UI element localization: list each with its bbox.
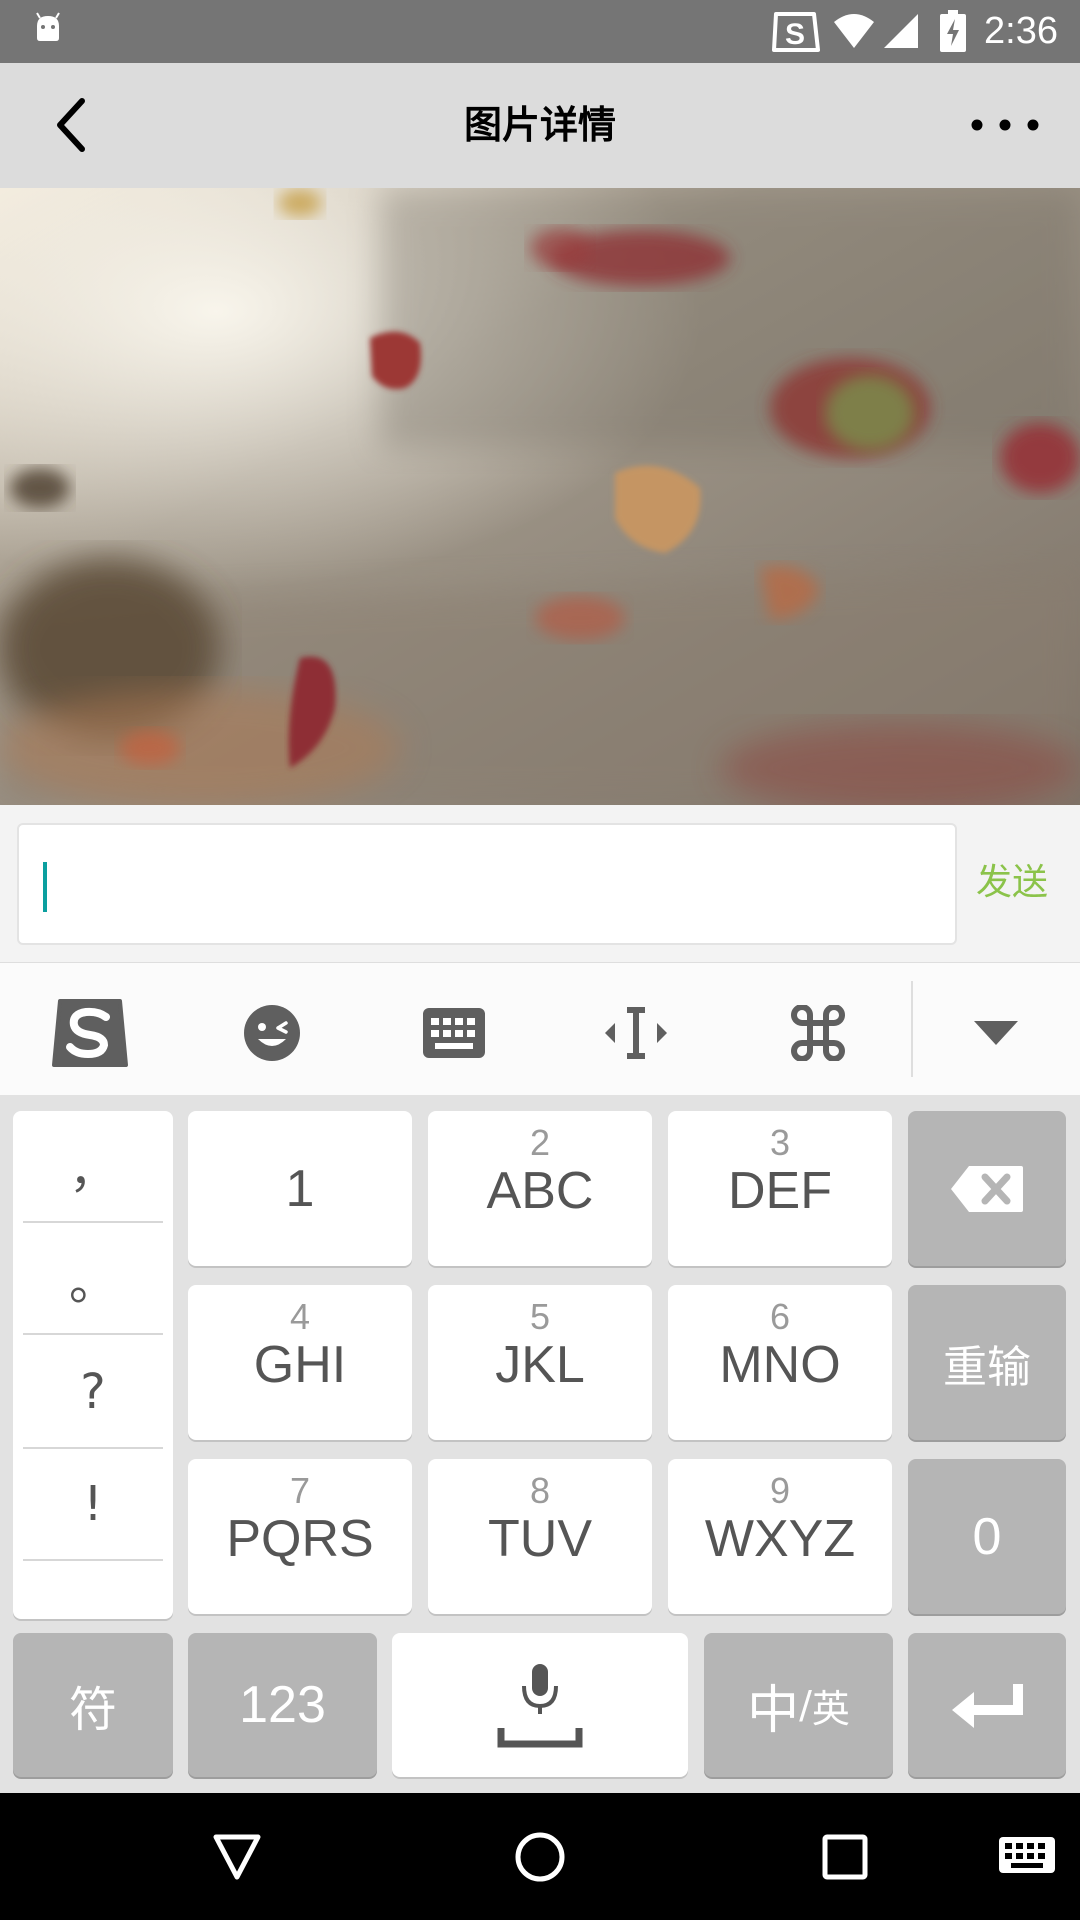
status-time: 2:36: [984, 10, 1058, 52]
key-2-abc[interactable]: 2 ABC: [428, 1111, 652, 1266]
key-letters: PQRS: [226, 1510, 374, 1568]
numbers-key-label: 123: [239, 1676, 326, 1734]
nav-recents-button[interactable]: [800, 1815, 890, 1899]
key-letters: JKL: [495, 1336, 585, 1394]
symbols-key[interactable]: 符: [13, 1633, 173, 1777]
falling-leaves-image: [0, 188, 1080, 805]
numbers-key[interactable]: 123: [188, 1633, 377, 1777]
reset-key-label: 重输: [943, 1341, 1031, 1393]
key-8-tuv[interactable]: 8 TUV: [428, 1459, 652, 1614]
lang-en-label: 英: [811, 1686, 850, 1731]
enter-key-icon-wrap: [908, 1633, 1066, 1777]
key-5-jkl[interactable]: 5 JKL: [428, 1285, 652, 1440]
signal-icon: [884, 14, 918, 48]
enter-key[interactable]: [908, 1633, 1066, 1777]
home-circle-icon: [515, 1832, 565, 1882]
ime-toolbar: [0, 963, 1080, 1095]
key-digit: 4: [289, 1296, 311, 1337]
svg-text:S: S: [785, 18, 805, 51]
emoji-icon: [244, 1005, 300, 1061]
key-1[interactable]: 1: [188, 1111, 412, 1266]
key-digit: 5: [529, 1296, 551, 1337]
key-letters: MNO: [719, 1336, 841, 1394]
send-button[interactable]: 发送: [976, 859, 1076, 907]
more-horizontal-icon: [971, 119, 1039, 131]
punct-period-key[interactable]: 。: [23, 1223, 163, 1335]
key-digit: 8: [529, 1470, 551, 1511]
lang-sep-label: /: [799, 1683, 812, 1727]
battery-charging-icon: [940, 10, 966, 52]
key-6-mno[interactable]: 6 MNO: [668, 1285, 892, 1440]
sogou-status-icon: S: [772, 12, 820, 52]
key-letters: DEF: [728, 1162, 832, 1220]
comment-bar: 发送: [0, 805, 1080, 963]
emoji-button[interactable]: [222, 983, 322, 1083]
delete-key[interactable]: [908, 1111, 1066, 1266]
collapse-keyboard-button[interactable]: [946, 983, 1046, 1083]
space-key-icons: [392, 1633, 688, 1777]
key-digit: 9: [769, 1470, 791, 1511]
backspace-icon: [951, 1165, 1023, 1212]
lang-zh-label: 中: [747, 1680, 800, 1741]
navigation-bar: [0, 1793, 1080, 1920]
text-cursor: [43, 862, 47, 912]
page-title: 图片详情: [463, 103, 616, 147]
reset-key[interactable]: 重输: [908, 1285, 1066, 1440]
cursor-move-icon: [605, 1007, 667, 1059]
punct-exclaim-key[interactable]: !: [23, 1449, 163, 1561]
toolbar-divider: [911, 981, 913, 1077]
cursor-move-button[interactable]: [586, 983, 686, 1083]
collapse-keyboard-icon: [974, 1021, 1018, 1045]
key-letters: ABC: [486, 1162, 594, 1220]
key-9-wxyz[interactable]: 9 WXYZ: [668, 1459, 892, 1614]
nav-keyboard-switch-button[interactable]: [982, 1815, 1072, 1899]
nav-back-button[interactable]: [192, 1815, 282, 1899]
space-bar-icon: [497, 1728, 583, 1748]
key-1-label: 1: [285, 1159, 315, 1218]
punctuation-column: ， 。 ? !: [13, 1111, 173, 1619]
key-letters: WXYZ: [704, 1510, 856, 1568]
wifi-icon: [834, 14, 874, 48]
key-digit: 7: [289, 1470, 311, 1511]
punct-comma-key[interactable]: ，: [23, 1111, 163, 1223]
comment-input[interactable]: [17, 823, 957, 945]
back-triangle-icon: [213, 1834, 261, 1880]
punct-question-key[interactable]: ?: [23, 1337, 163, 1449]
zero-key[interactable]: 0: [908, 1459, 1066, 1614]
delete-key-icon-wrap: [908, 1111, 1066, 1266]
key-digit: 3: [769, 1122, 791, 1163]
language-switch-label: 中 / 英: [704, 1633, 893, 1777]
space-key[interactable]: [392, 1633, 688, 1777]
more-button[interactable]: [960, 85, 1050, 165]
nav-home-button[interactable]: [495, 1815, 585, 1899]
title-bar: 图片详情: [0, 63, 1080, 188]
keyboard-layout-button[interactable]: [404, 983, 504, 1083]
keyboard-switch-icon: [999, 1837, 1055, 1873]
zero-key-label: 0: [972, 1507, 1002, 1566]
key-digit: 2: [529, 1122, 551, 1163]
android-icon: [36, 12, 60, 41]
microphone-icon: [497, 1664, 583, 1748]
recents-square-icon: [822, 1834, 868, 1880]
keyboard: ， 。 ? ! 1 2 ABC 3 DEF 4 GHI 5 JKL 6 MNO …: [0, 1095, 1080, 1793]
command-button[interactable]: [768, 983, 868, 1083]
key-3-def[interactable]: 3 DEF: [668, 1111, 892, 1266]
symbols-key-label: 符: [68, 1682, 117, 1738]
key-digit: 6: [769, 1296, 791, 1337]
photo[interactable]: [0, 188, 1080, 805]
command-icon: [791, 1005, 845, 1061]
key-4-ghi[interactable]: 4 GHI: [188, 1285, 412, 1440]
enter-icon: [952, 1684, 1023, 1728]
key-letters: TUV: [488, 1510, 592, 1568]
sogou-logo-button[interactable]: [40, 983, 140, 1083]
sogou-logo-icon: [52, 999, 128, 1067]
keyboard-icon: [423, 1008, 485, 1058]
key-7-pqrs[interactable]: 7 PQRS: [188, 1459, 412, 1614]
status-bar: S 2:36: [0, 0, 1080, 63]
language-switch-key[interactable]: 中 / 英: [704, 1633, 893, 1777]
key-letters: GHI: [253, 1336, 347, 1394]
